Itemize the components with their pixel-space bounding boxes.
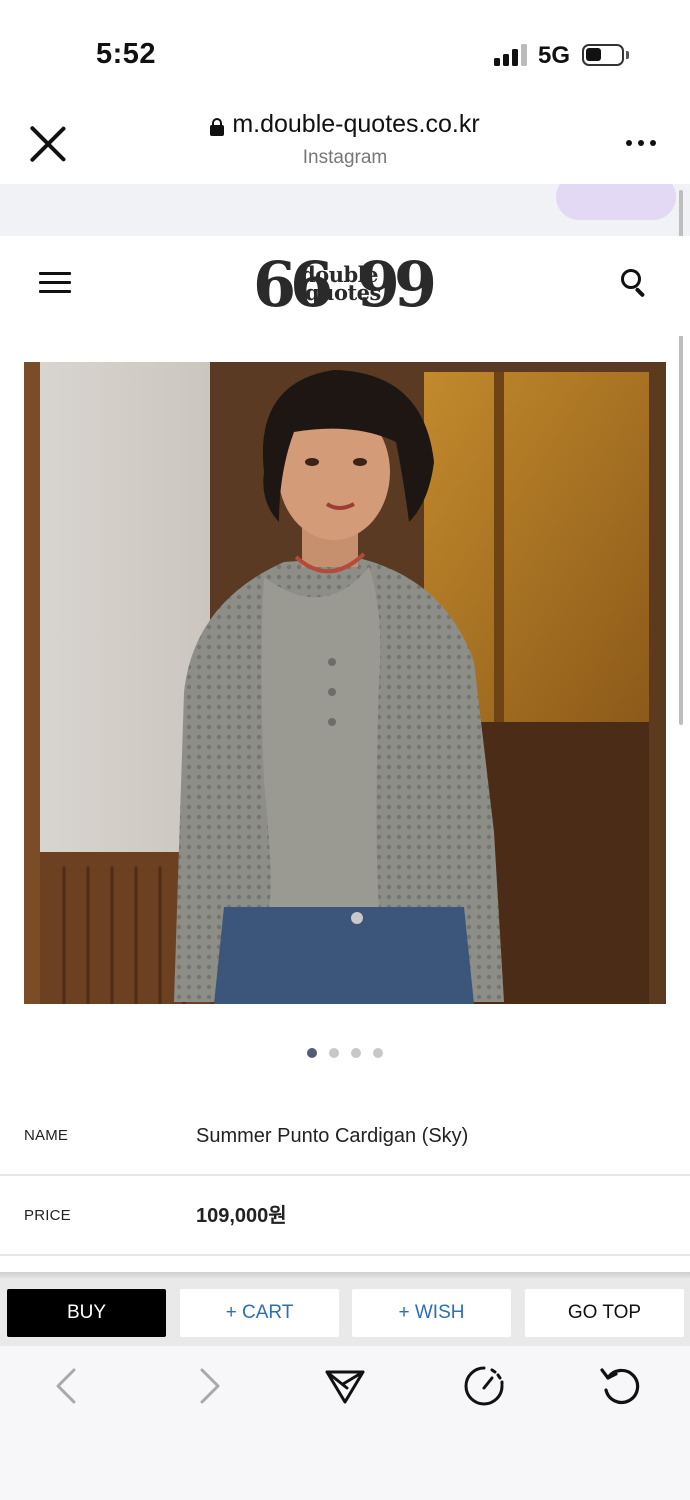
buy-button[interactable]: BUY (7, 1289, 166, 1337)
floating-pill-button[interactable] (556, 184, 676, 220)
name-label: NAME (24, 1127, 69, 1144)
site-logo[interactable]: 66 double quotes 99 (253, 254, 437, 316)
price-label: PRICE (24, 1207, 71, 1224)
carousel-dot[interactable] (351, 1048, 361, 1058)
product-name-row: NAME Summer Punto Cardigan (Sky) (0, 1096, 690, 1176)
product-name: Summer Punto Cardigan (Sky) (196, 1125, 469, 1147)
speed-icon[interactable] (462, 1364, 506, 1408)
add-to-wishlist-button[interactable]: + WISH (352, 1289, 511, 1337)
network-type: 5G (538, 42, 571, 69)
reload-icon[interactable] (598, 1364, 642, 1408)
carousel-dot[interactable] (329, 1048, 339, 1058)
top-banner-strip (0, 184, 690, 236)
share-icon[interactable] (323, 1364, 367, 1408)
product-image[interactable] (24, 362, 666, 1004)
product-photo (24, 362, 666, 1004)
signal-icon (494, 44, 528, 66)
source-app-label: Instagram (302, 146, 388, 168)
product-price: 109,000원 (196, 1205, 287, 1227)
battery-icon (582, 44, 629, 66)
back-icon[interactable] (46, 1364, 90, 1408)
more-icon[interactable] (626, 140, 656, 146)
carousel-indicator (0, 1048, 690, 1058)
site-header: 66 double quotes 99 (0, 236, 690, 336)
address-bar[interactable]: m.double-quotes.co.kr Instagram (0, 110, 690, 169)
go-top-button[interactable]: GO TOP (525, 1289, 684, 1337)
product-price-row: PRICE 109,000원 (0, 1176, 690, 1256)
forward-icon[interactable] (186, 1364, 230, 1408)
browser-header: m.double-quotes.co.kr Instagram (0, 100, 690, 184)
lock-icon (210, 117, 225, 136)
carousel-dot[interactable] (307, 1048, 317, 1058)
action-bar: BUY + CART + WISH GO TOP (0, 1278, 690, 1346)
carousel-dot[interactable] (373, 1048, 383, 1058)
add-to-cart-button[interactable]: + CART (180, 1289, 339, 1337)
url-text: m.double-quotes.co.kr (232, 110, 480, 138)
search-icon[interactable] (621, 269, 649, 298)
menu-icon[interactable] (39, 272, 71, 294)
status-time: 5:52 (96, 38, 157, 70)
status-bar: 5:52 5G (0, 0, 690, 100)
browser-toolbar (0, 1346, 690, 1500)
